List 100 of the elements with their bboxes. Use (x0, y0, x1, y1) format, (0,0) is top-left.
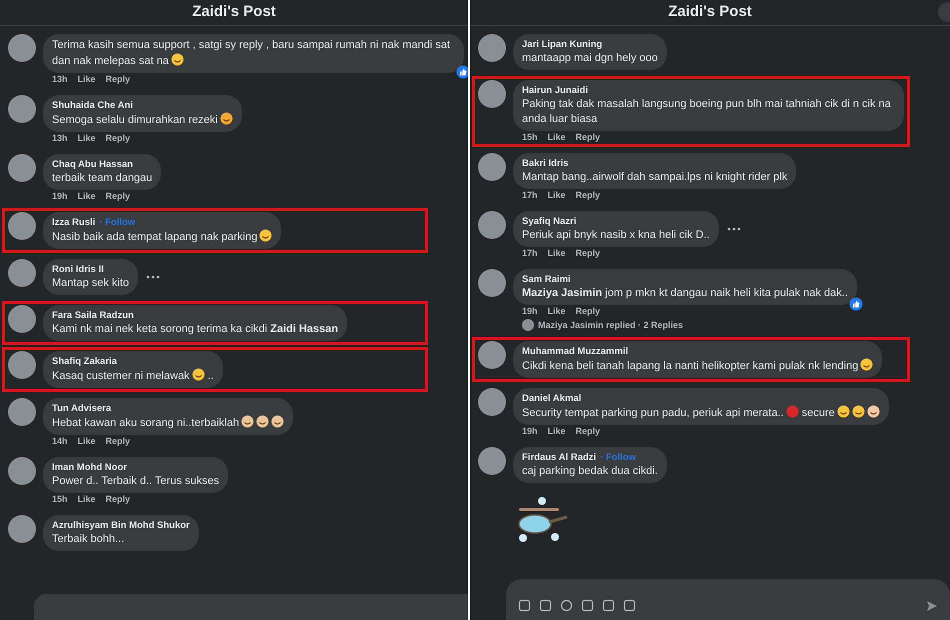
like-link[interactable]: Like (548, 248, 566, 259)
commenter-name[interactable]: Roni Idris II (52, 263, 104, 276)
reply-link[interactable]: Reply (576, 190, 600, 201)
commenter-name[interactable]: Fara Saila Radzun (52, 309, 134, 322)
window-title: Zaidi's Post (192, 2, 276, 22)
avatar[interactable] (8, 398, 36, 426)
comment-time: 15h (52, 494, 68, 505)
avatar[interactable] (8, 34, 36, 62)
like-reaction-icon[interactable] (456, 65, 468, 79)
comment-field[interactable] (34, 594, 468, 620)
reply-link[interactable]: Reply (576, 248, 600, 259)
avatar[interactable] (8, 305, 36, 333)
avatar[interactable] (478, 341, 506, 369)
like-link[interactable]: Like (78, 133, 96, 144)
comment-text: Terima kasih semua support , satgi sy reply , baru sampai rumah ni nak mandi sat dan nak melepas sat na (52, 39, 450, 67)
like-link[interactable]: Like (548, 306, 566, 317)
comment-text: Kasaq custemer ni melawak (52, 370, 190, 382)
reply-link[interactable]: Reply (106, 191, 130, 202)
avatar[interactable] (8, 154, 36, 182)
comment-text: .. (208, 370, 214, 382)
avatar[interactable] (478, 34, 506, 62)
avatar[interactable] (478, 153, 506, 181)
comment-time: 17h (522, 248, 538, 259)
avatar[interactable] (478, 447, 506, 475)
comment-text: Semoga selalu dimurahkan rezeki (52, 114, 218, 126)
commenter-name[interactable]: Syafiq Nazri (522, 215, 576, 228)
commenter-name[interactable]: Shafiq Zakaria (52, 355, 117, 368)
reply-link[interactable]: Reply (576, 306, 600, 317)
comment-text: Paking tak dak masalah langsung boeing pun blh mai tahniah cik di n cik na anda luar biasa (522, 98, 891, 125)
like-link[interactable]: Like (78, 494, 96, 505)
composer-tool-icon[interactable] (560, 599, 573, 612)
avatar[interactable] (8, 457, 36, 485)
composer-tool-icon[interactable] (581, 599, 594, 612)
comment-text: terbaik team dangau (52, 172, 152, 184)
comment-time: 13h (52, 133, 68, 144)
comment-time: 19h (522, 426, 538, 437)
comment-time: 19h (522, 306, 538, 317)
like-link[interactable]: Like (78, 191, 96, 202)
commenter-name[interactable]: Izza Rusli (52, 216, 96, 229)
like-reaction-icon[interactable] (848, 297, 863, 311)
reply-link[interactable]: Reply (576, 132, 600, 143)
avatar[interactable] (8, 212, 36, 240)
like-link[interactable]: Like (548, 190, 566, 201)
reply-link[interactable]: Reply (576, 426, 600, 437)
commenter-name[interactable]: Bakri Idris (522, 157, 568, 170)
comment-time: 13h (52, 74, 68, 85)
reply-link[interactable]: Reply (106, 494, 130, 505)
comment-text: secure (802, 407, 835, 419)
commenter-name[interactable]: Tun Advisera (52, 402, 112, 415)
commenter-name[interactable]: Azrulhisyam Bin Mohd Shukor (52, 519, 190, 532)
like-link[interactable]: Like (78, 74, 96, 85)
reply-link[interactable]: Reply (106, 133, 130, 144)
comment-text: Kami nk mai nek keta sorong terima ka cikdi Zaidi Hassan (52, 323, 338, 335)
like-link[interactable]: Like (548, 426, 566, 437)
comment-field[interactable] (506, 579, 950, 620)
comment-text: Maziya Jasimin jom p mkn kt dangau naik heli kita pulak nak dak.. (522, 287, 848, 299)
composer-tool-icon[interactable] (623, 599, 636, 612)
comment-text: Mantap bang..airwolf dah sampai.lps ni knight rider plk (522, 171, 788, 183)
comment-text: Security tempat parking pun padu, periuk api merata.. (522, 407, 784, 419)
comment-text: Hebat kawan aku sorang ni..terbaiklah (52, 417, 240, 429)
avatar[interactable] (478, 388, 506, 416)
commenter-name[interactable]: Chaq Abu Hassan (52, 158, 133, 171)
composer-tool-icon[interactable] (539, 599, 552, 612)
commenter-name[interactable]: Shuhaida Che Ani (52, 99, 133, 112)
commenter-name[interactable]: Iman Mohd Noor (52, 461, 127, 474)
comment-text: Mantap sek kito (52, 277, 130, 289)
comment-text: caj parking bedak dua cikdi. (522, 465, 658, 477)
commenter-name[interactable]: Muhammad Muzzammil (522, 345, 628, 358)
comment-text: Cikdi kena beli tanah lapang la nanti helikopter kami pulak nk lending (522, 360, 858, 372)
comment-text: mantaapp mai dgn hely ooo (522, 52, 658, 64)
avatar (522, 319, 534, 331)
like-link[interactable]: Like (548, 132, 566, 143)
commenter-name[interactable]: Hairun Junaidi (522, 84, 588, 97)
reply-link[interactable]: Reply (106, 436, 130, 447)
avatar[interactable] (478, 80, 506, 108)
comment-text: Nasib baik ada tempat lapang nak parking (52, 231, 258, 243)
avatar[interactable] (478, 211, 506, 239)
avatar[interactable] (8, 95, 36, 123)
more-options-icon[interactable] (726, 227, 741, 231)
avatar[interactable] (8, 259, 36, 287)
window-title: Zaidi's Post (668, 2, 752, 22)
commenter-name[interactable]: Jari Lipan Kuning (522, 38, 602, 51)
comment-text: Periuk api bnyk nasib x kna heli cik D.. (522, 229, 710, 241)
like-link[interactable]: Like (78, 436, 96, 447)
commenter-name[interactable]: Firdaus Al Radzi (522, 451, 596, 464)
comment-time: 15h (522, 132, 538, 143)
comment-time: 14h (52, 436, 68, 447)
comment-time: 17h (522, 190, 538, 201)
replies-link[interactable]: Maziya Jasimin replied · 2 Replies (538, 320, 684, 330)
commenter-name[interactable]: Daniel Akmal (522, 392, 582, 405)
composer-tool-icon[interactable] (518, 599, 531, 612)
reply-link[interactable]: Reply (106, 74, 130, 85)
more-options-icon[interactable] (146, 275, 160, 279)
commenter-name[interactable]: Sam Raimi (522, 273, 571, 286)
avatar[interactable] (8, 515, 36, 543)
comment-text: Terbaik bohh... (52, 533, 124, 545)
avatar[interactable] (8, 351, 36, 379)
avatar[interactable] (478, 269, 506, 297)
composer-tool-icon[interactable] (602, 599, 615, 612)
send-icon[interactable] (926, 600, 938, 612)
